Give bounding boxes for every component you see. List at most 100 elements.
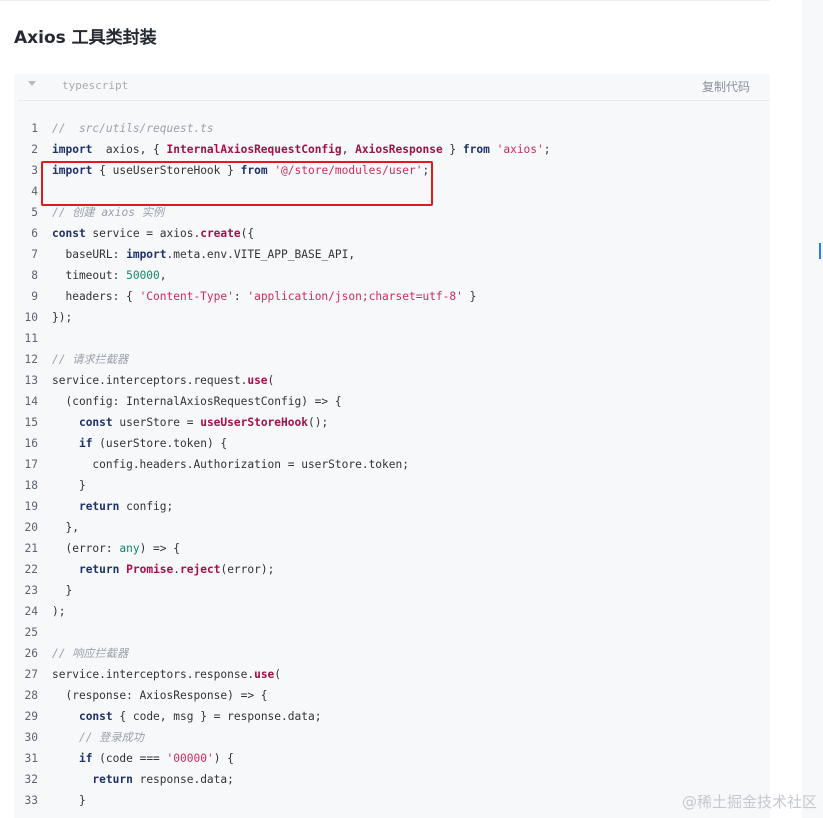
code-token: ( [267,374,275,387]
code-text: return config; [52,496,173,517]
code-token: any [119,542,140,555]
code-text: import { useUserStoreHook } from '@/stor… [52,160,429,181]
code-token: useUserStoreHook [200,416,308,429]
code-token: config; [119,500,174,513]
code-line: 14 (config: InternalAxiosRequestConfig) … [14,391,770,412]
code-text: ); [52,601,65,622]
code-line: 33 } [14,790,770,811]
code-line: 31 if (code === '00000') { [14,748,770,769]
code-token: }); [52,311,73,324]
line-number: 33 [24,794,38,807]
code-token: response.data; [132,773,234,786]
code-token: service.interceptors.request. [52,374,248,387]
code-token: reject [180,563,221,576]
code-line: 26 // 响应拦截器 [14,643,770,664]
code-line: 13 service.interceptors.request.use( [14,370,770,391]
line-number: 12 [24,353,38,366]
line-number: 14 [24,395,38,408]
line-number: 31 [24,752,38,765]
code-token: InternalAxiosRequestConfig [166,143,342,156]
code-line: 10}); [14,307,770,328]
code-text: // 登录成功 [52,727,144,748]
section-heading: Axios 工具类封装 [14,28,157,48]
code-text: } [52,580,72,601]
code-token: // src/utils/request.ts [52,122,214,135]
code-token: '00000' [166,752,214,765]
code-line: 24); [14,601,770,622]
code-text: if (userStore.token) { [52,433,227,454]
code-text: config.headers.Authorization = userStore… [52,454,409,475]
scrollbar-track[interactable] [802,0,823,818]
header-divider [18,100,770,101]
code-line: 9 headers: { 'Content-Type': 'applicatio… [14,286,770,307]
code-token: (error: [52,542,120,555]
line-number: 4 [31,185,38,198]
code-token: const [52,227,86,240]
line-number: 18 [24,479,38,492]
code-line: 4 [14,181,770,202]
line-number: 29 [24,710,38,723]
code-line: 19 return config; [14,496,770,517]
code-token: 50000 [126,269,160,282]
line-number: 28 [24,689,38,702]
code-token: .meta.env.VITE_APP_BASE_API, [166,248,356,261]
code-line: 25 [14,622,770,643]
code-line: 2 import axios, { InternalAxiosRequestCon… [14,139,770,160]
code-line: 18 } [14,475,770,496]
copy-code-button[interactable]: 复制代码 [702,78,750,95]
code-line: 5 // 创建 axios 实例 [14,202,770,223]
line-number: 30 [24,731,38,744]
code-token: from [462,143,490,156]
code-token: const [78,710,113,723]
code-text: const { code, msg } = response.data; [52,706,322,727]
code-token: { code, msg } = response.data; [112,710,322,723]
code-text: // 响应拦截器 [52,643,128,664]
line-number: 22 [24,563,38,576]
line-number: 23 [24,584,38,597]
line-number: 16 [24,437,38,450]
code-text: (error: any) => { [52,538,180,559]
code-token: } [52,794,86,807]
code-token: (error); [220,563,275,576]
code-token: ( [274,668,282,681]
code-token: } [442,143,463,156]
code-line: 15 const userStore = useUserStoreHook(); [14,412,770,433]
code-text: }); [52,307,72,328]
code-token: import [52,164,93,177]
code-token: config.headers.Authorization = userStore… [52,458,409,471]
code-token: } [52,584,73,597]
top-divider [0,0,770,1]
code-text: timeout: 50000, [52,265,167,286]
code-token: ({ [240,227,255,240]
code-token: 'axios' [496,143,544,156]
line-number: 17 [24,458,38,471]
line-number: 26 [24,647,38,660]
code-token: , [159,269,167,282]
code-token: return [78,500,120,513]
code-line: 16 if (userStore.token) { [14,433,770,454]
line-number: 21 [24,542,38,555]
line-number: 25 [24,626,38,639]
code-token: , [341,143,356,156]
code-token: } [462,290,477,303]
line-number: 32 [24,773,38,786]
code-token: if [78,752,93,765]
code-text: if (code === '00000') { [52,748,234,769]
line-number: 5 [31,206,38,219]
code-line: 32 return response.data; [14,769,770,790]
code-token: use [247,374,268,387]
code-line: 27 service.interceptors.response.use( [14,664,770,685]
code-token: import [52,143,93,156]
line-number: 19 [24,500,38,513]
collapse-toggle-icon[interactable] [28,81,36,86]
code-token: 'application/json;charset=utf-8' [247,290,463,303]
code-text: headers: { 'Content-Type': 'application/… [52,286,476,307]
code-line: 30 // 登录成功 [14,727,770,748]
